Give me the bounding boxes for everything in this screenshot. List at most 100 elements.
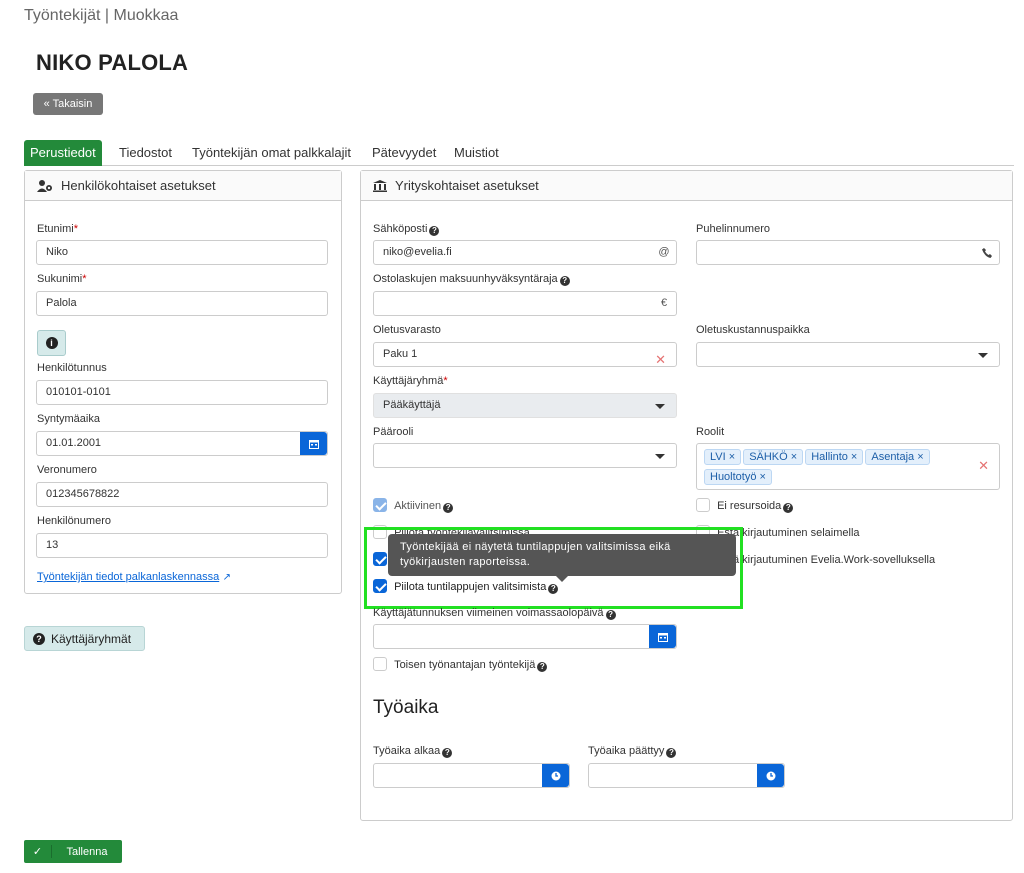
phone-label: Puhelinnumero: [696, 223, 770, 235]
worktime-start-label: Työaika alkaa?: [373, 745, 453, 758]
cost-center-select[interactable]: [696, 342, 1000, 367]
role-tag[interactable]: SÄHKÖ ×: [743, 449, 804, 465]
account-expiry-label: Käyttäjätunnuksen viimeinen voimassaolop…: [373, 607, 616, 620]
checkbox-icon[interactable]: [696, 498, 710, 512]
help-icon[interactable]: ?: [537, 662, 548, 672]
worktime-end-field[interactable]: [588, 763, 785, 788]
save-label: Tallenna: [66, 845, 108, 858]
help-icon[interactable]: ?: [605, 610, 616, 620]
clock-button[interactable]: [757, 764, 784, 787]
worktime-title: Työaika: [373, 697, 439, 718]
ssn-label: Henkilötunnus: [37, 362, 107, 374]
tax-label: Veronumero: [37, 464, 97, 476]
help-icon[interactable]: ?: [429, 226, 440, 236]
active-checkbox[interactable]: Aktiivinen?: [373, 498, 454, 513]
payroll-link[interactable]: Työntekijän tiedot palkanlaskennassa ↗: [37, 569, 231, 583]
user-groups-button[interactable]: ? Käyttäjäryhmät: [24, 626, 145, 651]
user-group-value: Pääkäyttäjä: [383, 399, 441, 411]
back-button-label: « Takaisin: [43, 98, 93, 110]
roles-multiselect[interactable]: LVI × SÄHKÖ × Hallinto × Asentaja × Huoltoty…: [696, 443, 1000, 490]
other-employer-checkbox[interactable]: Toisen työnantajan työntekijä?: [373, 657, 548, 672]
calendar-button[interactable]: [300, 432, 327, 455]
warehouse-select[interactable]: Paku 1 ✕: [373, 342, 677, 367]
role-tag[interactable]: Hallinto ×: [805, 449, 864, 465]
role-tag[interactable]: Asentaja ×: [865, 449, 930, 465]
user-settings-icon: [37, 179, 52, 192]
user-group-select[interactable]: Pääkäyttäjä: [373, 393, 677, 418]
calendar-button[interactable]: [649, 625, 676, 648]
clock-icon: [551, 771, 560, 780]
person-number-label: Henkilönumero: [37, 515, 111, 527]
bank-icon: [373, 179, 387, 192]
back-button[interactable]: « Takaisin: [33, 93, 103, 115]
person-number-field[interactable]: 13: [36, 533, 328, 558]
birth-field[interactable]: 01.01.2001: [36, 431, 328, 456]
main-role-label: Päärooli: [373, 426, 414, 438]
save-button[interactable]: ✓ Tallenna: [24, 840, 122, 863]
info-icon: i: [45, 337, 58, 349]
account-expiry-field[interactable]: [373, 624, 677, 649]
first-name-label: Etunimi*: [37, 223, 78, 235]
checkmark-icon: ✓: [24, 845, 52, 858]
tax-field[interactable]: 012345678822: [36, 482, 328, 507]
prevent-app-label: Estä kirjautuminen Evelia.Work-sovelluks…: [717, 554, 936, 566]
email-value: niko@evelia.fi: [383, 246, 452, 258]
at-icon: @: [658, 246, 670, 258]
highlight-box: [364, 527, 743, 609]
first-name-field[interactable]: Niko: [36, 240, 328, 265]
approval-limit-field[interactable]: €: [373, 291, 677, 316]
clock-icon: [766, 771, 775, 780]
cost-center-label: Oletuskustannuspaikka: [696, 324, 810, 336]
help-icon[interactable]: ?: [559, 276, 570, 286]
help-icon[interactable]: ?: [443, 503, 454, 513]
clock-button[interactable]: [542, 764, 569, 787]
chevron-down-icon: [655, 404, 665, 409]
checkbox-icon[interactable]: [373, 657, 387, 671]
worktime-end-label: Työaika päättyy?: [588, 745, 677, 758]
euro-icon: €: [660, 297, 668, 309]
personal-settings-header: Henkilökohtaiset asetukset: [25, 171, 341, 201]
other-employer-label: Toisen työnantajan työntekijä: [394, 659, 536, 671]
warehouse-value: Paku 1: [383, 348, 418, 360]
active-label: Aktiivinen: [394, 500, 442, 512]
last-name-field[interactable]: Palola: [36, 291, 328, 316]
clear-icon[interactable]: ✕: [978, 458, 989, 474]
tab-palkkalajit[interactable]: Työntekijän omat palkkalajit: [192, 140, 351, 166]
email-label: Sähköposti?: [373, 223, 440, 236]
roles-label: Roolit: [696, 426, 725, 438]
phone-icon: [975, 241, 999, 264]
info-button[interactable]: i: [37, 330, 66, 356]
help-icon[interactable]: ?: [666, 748, 677, 758]
birth-label: Syntymäaika: [37, 413, 100, 425]
no-resource-label: Ei resursoida: [717, 500, 782, 512]
clear-icon[interactable]: ✕: [655, 348, 666, 371]
calendar-icon: [308, 439, 319, 449]
no-resource-checkbox[interactable]: Ei resursoida?: [696, 498, 794, 513]
help-icon[interactable]: ?: [442, 748, 453, 758]
main-role-select[interactable]: [373, 443, 677, 468]
chevron-down-icon: [978, 353, 988, 358]
ssn-field[interactable]: 010101-0101: [36, 380, 328, 405]
approval-limit-label: Ostolaskujen maksuunhyväksyntäraja?: [373, 273, 570, 286]
role-tag[interactable]: LVI ×: [704, 449, 742, 465]
company-settings-header: Yrityskohtaiset asetukset: [361, 171, 1012, 201]
user-group-label: Käyttäjäryhmä*: [373, 375, 448, 387]
tab-tiedostot[interactable]: Tiedostot: [119, 140, 172, 166]
role-tag[interactable]: Huoltotyö ×: [704, 469, 772, 485]
email-field[interactable]: niko@evelia.fi @: [373, 240, 677, 265]
phone-field[interactable]: [696, 240, 1000, 265]
question-icon: ?: [33, 632, 45, 645]
user-groups-label: Käyttäjäryhmät: [51, 631, 132, 646]
tab-muistiot[interactable]: Muistiot: [454, 140, 499, 166]
company-settings-panel: Yrityskohtaiset asetukset: [360, 170, 1013, 821]
tab-perustiedot[interactable]: Perustiedot: [24, 140, 102, 166]
external-link-icon: ↗: [222, 572, 231, 583]
calendar-icon: [657, 632, 668, 642]
payroll-link-text[interactable]: Työntekijän tiedot palkanlaskennassa: [37, 571, 219, 583]
worktime-start-field[interactable]: [373, 763, 570, 788]
checkbox-icon[interactable]: [373, 498, 387, 512]
tab-bar: Perustiedot Tiedostot Työntekijän omat p…: [24, 140, 1014, 166]
tab-patevyydet[interactable]: Pätevyydet: [372, 140, 436, 166]
help-icon[interactable]: ?: [783, 503, 794, 513]
page-title: NIKO PALOLA: [36, 50, 189, 75]
